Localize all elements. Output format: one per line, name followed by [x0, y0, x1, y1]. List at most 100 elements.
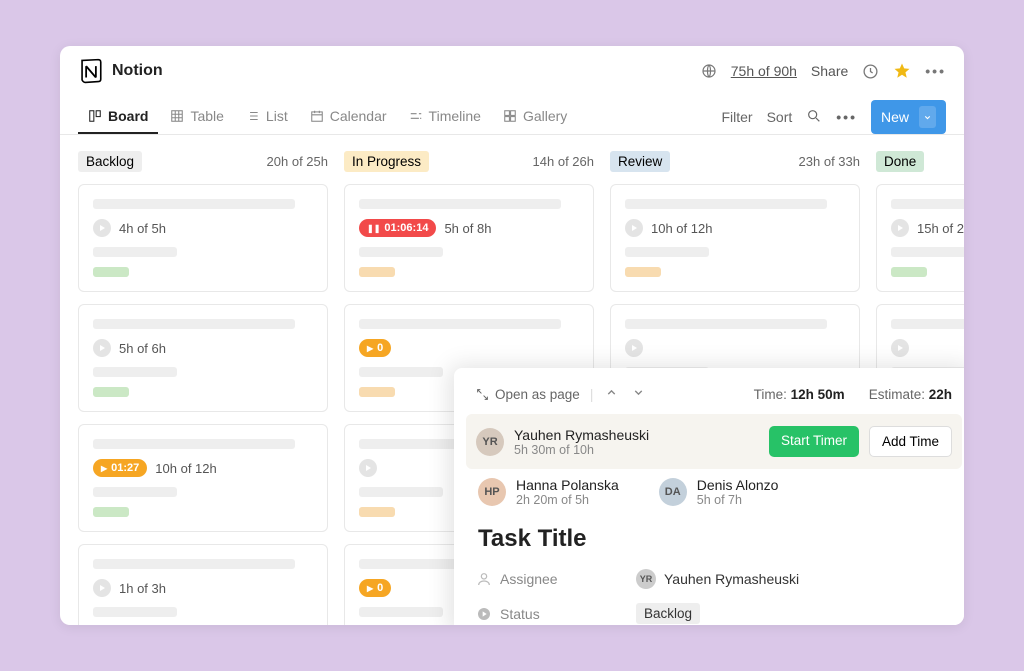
task-card[interactable]: 4h of 5h — [78, 184, 328, 292]
column-title[interactable]: Review — [610, 151, 670, 172]
play-button[interactable] — [625, 219, 643, 237]
tab-timeline[interactable]: Timeline — [399, 100, 491, 134]
column-time: 14h of 26h — [533, 154, 594, 169]
app-window: Notion 75h of 90h Share ••• Board Table — [60, 46, 964, 625]
main-user-row: YR Yauhen Rymasheuski 5h 30m of 10h Star… — [466, 414, 962, 469]
card-time-text: 5h of 6h — [119, 341, 166, 356]
column-title[interactable]: Done — [876, 151, 924, 172]
play-button[interactable] — [93, 579, 111, 597]
skeleton-line — [359, 247, 443, 257]
task-title[interactable]: Task Title — [478, 525, 952, 553]
globe-icon[interactable] — [701, 63, 717, 79]
task-card[interactable]: 10h of 12h — [610, 184, 860, 292]
time-budget[interactable]: 75h of 90h — [731, 63, 797, 79]
timer-pill[interactable]: ▶ 01:27 — [93, 459, 147, 477]
column-title[interactable]: In Progress — [344, 151, 429, 172]
task-card[interactable]: ❚❚01:06:14 5h of 8h — [344, 184, 594, 292]
play-icon — [898, 225, 903, 231]
user-time: 2h 20m of 5h — [516, 493, 619, 507]
play-button[interactable] — [359, 459, 377, 477]
view-more-icon[interactable]: ••• — [836, 109, 857, 125]
tab-label: Timeline — [429, 108, 481, 124]
card-time-row: 5h of 6h — [93, 339, 313, 357]
new-button[interactable]: New — [871, 100, 946, 134]
card-time-text: 1h of 3h — [119, 581, 166, 596]
skeleton-line — [359, 367, 443, 377]
tab-gallery[interactable]: Gallery — [493, 100, 577, 134]
sub-user-row: HP Hanna Polanska 2h 20m of 5h — [478, 477, 619, 507]
timer-pill[interactable]: ▶0 — [359, 339, 391, 357]
tab-board[interactable]: Board — [78, 100, 158, 134]
play-button[interactable] — [891, 219, 909, 237]
user-time: 5h of 7h — [697, 493, 779, 507]
prev-task-button[interactable] — [603, 384, 620, 404]
card-time-row: ▶0 — [359, 339, 579, 357]
tab-table[interactable]: Table — [160, 100, 233, 134]
card-tag — [93, 507, 129, 517]
more-icon[interactable]: ••• — [925, 63, 946, 79]
play-icon — [100, 225, 105, 231]
clock-icon[interactable] — [862, 63, 879, 80]
next-task-button[interactable] — [630, 384, 647, 404]
card-time-row — [625, 339, 845, 357]
search-icon[interactable] — [806, 108, 822, 127]
task-card[interactable]: 15h of 20h — [876, 184, 964, 292]
card-tag — [93, 267, 129, 277]
card-tag — [891, 267, 927, 277]
tab-label: Gallery — [523, 108, 567, 124]
play-icon — [100, 585, 105, 591]
start-timer-button[interactable]: Start Timer — [769, 426, 859, 457]
card-time-row: ❚❚01:06:14 5h of 8h — [359, 219, 579, 237]
sub-user-row: DA Denis Alonzo 5h of 7h — [659, 477, 779, 507]
user-name: Denis Alonzo — [697, 477, 779, 493]
pill-time: 01:06:14 — [384, 222, 428, 234]
prop-assignee[interactable]: Assignee YR Yauhen Rymasheuski — [476, 569, 952, 589]
filter-button[interactable]: Filter — [721, 109, 752, 125]
tab-label: Calendar — [330, 108, 387, 124]
card-time-text: 10h of 12h — [651, 221, 712, 236]
skeleton-line — [891, 247, 964, 257]
pill-time: 01:27 — [111, 462, 139, 474]
skeleton-line — [93, 199, 295, 209]
card-time-text: 10h of 12h — [155, 461, 216, 476]
prop-status[interactable]: Status Backlog — [476, 603, 952, 624]
column-title[interactable]: Backlog — [78, 151, 142, 172]
sort-button[interactable]: Sort — [767, 109, 793, 125]
tab-calendar[interactable]: Calendar — [300, 100, 397, 134]
skeleton-line — [359, 199, 561, 209]
notion-logo-icon — [78, 58, 104, 84]
play-button[interactable] — [93, 339, 111, 357]
star-icon[interactable] — [893, 62, 911, 80]
tab-label: Table — [190, 108, 223, 124]
card-time-text: 4h of 5h — [119, 221, 166, 236]
chevron-down-icon — [919, 106, 936, 128]
column-time: 20h of 25h — [267, 154, 328, 169]
open-label: Open as page — [495, 387, 580, 402]
user-time: 5h 30m of 10h — [514, 443, 649, 457]
card-tag — [625, 267, 661, 277]
play-button[interactable] — [625, 339, 643, 357]
timer-pill[interactable]: ▶0 — [359, 579, 391, 597]
play-icon — [632, 345, 637, 351]
timer-pill[interactable]: ❚❚01:06:14 — [359, 219, 436, 237]
skeleton-line — [891, 319, 964, 329]
task-card[interactable]: 1h of 3h — [78, 544, 328, 625]
card-tag — [359, 507, 395, 517]
add-time-button[interactable]: Add Time — [869, 426, 952, 457]
card-time-text: 5h of 8h — [444, 221, 491, 236]
share-button[interactable]: Share — [811, 63, 848, 79]
play-button[interactable] — [891, 339, 909, 357]
pill-time: 0 — [377, 342, 383, 354]
skeleton-line — [93, 319, 295, 329]
tab-list[interactable]: List — [236, 100, 298, 134]
task-card[interactable]: ▶ 01:27 10h of 12h — [78, 424, 328, 532]
task-card[interactable]: 5h of 6h — [78, 304, 328, 412]
play-icon: ▶ — [101, 464, 107, 473]
prop-label-text: Status — [500, 606, 540, 622]
play-button[interactable] — [93, 219, 111, 237]
skeleton-line — [359, 487, 443, 497]
skeleton-line — [891, 199, 964, 209]
card-tag — [359, 267, 395, 277]
skeleton-line — [359, 607, 443, 617]
open-as-page-button[interactable]: Open as page — [476, 387, 580, 402]
